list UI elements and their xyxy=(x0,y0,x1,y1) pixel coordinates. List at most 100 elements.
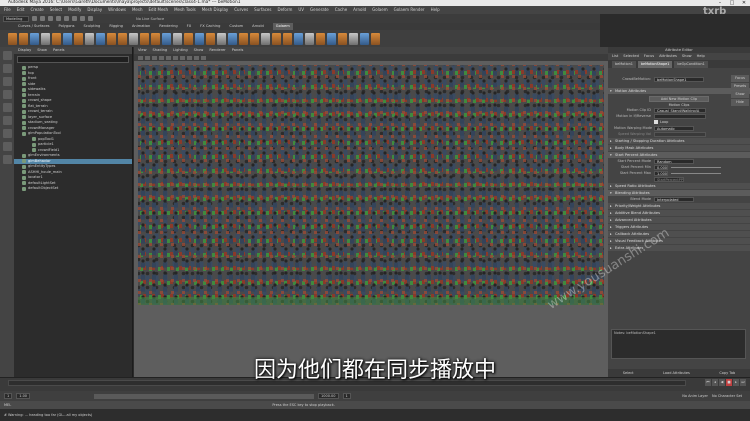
new-scene-icon[interactable] xyxy=(32,16,37,21)
outliner-menu-display[interactable]: Display xyxy=(18,47,31,54)
snap-grid-icon[interactable] xyxy=(72,16,77,21)
shelf-tool-icon[interactable] xyxy=(250,32,259,45)
shelf-tool-icon[interactable] xyxy=(316,32,325,45)
hud-icon[interactable] xyxy=(201,55,206,60)
menu-cache[interactable]: Cache xyxy=(335,6,347,14)
section-triggers-attributes[interactable]: Triggers Attributes xyxy=(608,224,750,230)
wireframe-icon[interactable] xyxy=(152,55,157,60)
shelf-tool-icon[interactable] xyxy=(85,32,94,45)
shelf-tool-icon[interactable] xyxy=(206,32,215,45)
layout-four-icon[interactable] xyxy=(2,142,12,151)
outliner-menu-show[interactable]: Show xyxy=(37,47,47,54)
section-visual-feedback-attributes[interactable]: Visual Feedback Attributes xyxy=(608,238,750,244)
shelf-tool-icon[interactable] xyxy=(173,32,182,45)
attr-side-presets-button[interactable]: Presets xyxy=(731,83,749,90)
node-name-field[interactable]: beMotionShape1 xyxy=(654,76,704,82)
range-start-field[interactable]: 1.00 xyxy=(16,393,31,399)
shelf-tool-icon[interactable] xyxy=(30,32,39,45)
range-end-field[interactable]: 1000.00 xyxy=(318,393,339,399)
3d-viewport[interactable] xyxy=(134,61,608,377)
loop-checkbox[interactable] xyxy=(654,120,658,124)
menu-surfaces[interactable]: Surfaces xyxy=(254,6,271,14)
viewport-menu-view[interactable]: View xyxy=(138,47,147,54)
end-frame-field[interactable]: 1 xyxy=(342,393,351,399)
outliner-menu-panels[interactable]: Panels xyxy=(53,47,65,54)
shelf-tool-icon[interactable] xyxy=(129,32,138,45)
menu-generate[interactable]: Generate xyxy=(310,6,329,14)
menu-mesh-tools[interactable]: Mesh Tools xyxy=(174,6,196,14)
shelf-tool-icon[interactable] xyxy=(294,32,303,45)
speed-warp-field[interactable] xyxy=(654,131,706,137)
attr-side-hide-button[interactable]: Hide xyxy=(731,99,749,106)
grid-icon[interactable] xyxy=(145,55,150,60)
shelf-tool-icon[interactable] xyxy=(327,32,336,45)
start-min-field[interactable]: 0.000 xyxy=(654,164,668,170)
attr-menu-help[interactable]: Help xyxy=(697,53,705,60)
menu-mesh-display[interactable]: Mesh Display xyxy=(202,6,229,14)
attr-menu-show[interactable]: Show xyxy=(682,53,692,60)
redo-icon[interactable] xyxy=(64,16,69,21)
menu-windows[interactable]: Windows xyxy=(108,6,126,14)
range-bar[interactable] xyxy=(94,393,315,399)
shelf-tool-icon[interactable] xyxy=(217,32,226,45)
shelf-tool-icon[interactable] xyxy=(239,32,248,45)
start-max-field[interactable]: 1.000 xyxy=(654,170,668,176)
shelf-tab-polygons[interactable]: Polygons xyxy=(59,23,75,30)
shelf-tool-icon[interactable] xyxy=(228,32,237,45)
shelf-tab-golaem[interactable]: Golaem xyxy=(272,23,293,30)
menu-file[interactable]: File xyxy=(4,6,11,14)
undo-icon[interactable] xyxy=(56,16,61,21)
rotate-tool-icon[interactable] xyxy=(2,103,12,112)
character-set-dropdown[interactable]: No Character Set xyxy=(712,394,742,398)
shelf-tool-icon[interactable] xyxy=(8,32,17,45)
menu-deform[interactable]: Deform xyxy=(277,6,292,14)
move-tool-icon[interactable] xyxy=(2,90,12,99)
shelf-tool-icon[interactable] xyxy=(96,32,105,45)
viewport-menu-show[interactable]: Show xyxy=(194,47,204,54)
viewport-menu-shading[interactable]: Shading xyxy=(153,47,168,54)
shelf-tab-arnold[interactable]: Arnold xyxy=(252,23,264,30)
snap-point-icon[interactable] xyxy=(88,16,93,21)
menu-curves[interactable]: Curves xyxy=(234,6,248,14)
add-motion-clip-button[interactable]: Add New Motion Clip xyxy=(649,96,709,102)
shelf-tab-animation[interactable]: Animation xyxy=(132,23,150,30)
attr-tab-beopcondition1[interactable]: beOpCondition1 xyxy=(674,61,708,68)
section-motion[interactable]: Motion Attributes xyxy=(608,88,750,94)
motion-clip-id-field[interactable]: Casual_Stand/Walking/A xyxy=(654,107,706,113)
attr-menu-focus[interactable]: Focus xyxy=(644,53,654,60)
start-mode-dropdown[interactable]: Random xyxy=(654,158,694,164)
shelf-tool-icon[interactable] xyxy=(261,32,270,45)
shelf-tool-icon[interactable] xyxy=(19,32,28,45)
menu-select[interactable]: Select xyxy=(50,6,62,14)
shelf-tool-icon[interactable] xyxy=(305,32,314,45)
shelf-tab-curves-surfaces[interactable]: Curves / Surfaces xyxy=(18,23,50,30)
menu-golaem-render[interactable]: Golaem Render xyxy=(394,6,425,14)
outliner-search-input[interactable] xyxy=(17,56,129,63)
section-body-mask-attributes[interactable]: Body Mask Attributes xyxy=(608,145,750,151)
shelf-tab-rigging[interactable]: Rigging xyxy=(109,23,123,30)
outliner-item[interactable]: defaultObjectSet xyxy=(14,186,132,192)
command-line[interactable]: # Warning: ... heading too far (GL...all… xyxy=(0,409,750,421)
start-pp-field[interactable]: StartPercentPP xyxy=(654,176,684,182)
layout-single-icon[interactable] xyxy=(2,129,12,138)
shelf-tool-icon[interactable] xyxy=(272,32,281,45)
attr-menu-list[interactable]: List xyxy=(612,53,618,60)
section-advanced-attributes[interactable]: Advanced Attributes xyxy=(608,217,750,223)
snap-curve-icon[interactable] xyxy=(80,16,85,21)
mode-selector[interactable]: Modeling xyxy=(3,15,29,22)
start-frame-field[interactable]: 1 xyxy=(4,393,13,399)
shelf-tab-custom[interactable]: Custom xyxy=(229,23,243,30)
anim-layer-dropdown[interactable]: No Anim Layer xyxy=(682,394,708,398)
open-scene-icon[interactable] xyxy=(40,16,45,21)
xray-icon[interactable] xyxy=(187,55,192,60)
shelf-tab-sculpting[interactable]: Sculpting xyxy=(84,23,101,30)
shelf-tool-icon[interactable] xyxy=(118,32,127,45)
menu-modify[interactable]: Modify xyxy=(68,6,81,14)
lasso-tool-icon[interactable] xyxy=(2,64,12,73)
menu-create[interactable]: Create xyxy=(30,6,43,14)
shelf-tool-icon[interactable] xyxy=(74,32,83,45)
notes-area[interactable]: Notes: beMotionShape1 xyxy=(611,329,746,359)
smooth-shade-icon[interactable] xyxy=(159,55,164,60)
select-tool-icon[interactable] xyxy=(2,51,12,60)
section-priority-weight-attributes[interactable]: Priority/Weight Attributes xyxy=(608,203,750,209)
